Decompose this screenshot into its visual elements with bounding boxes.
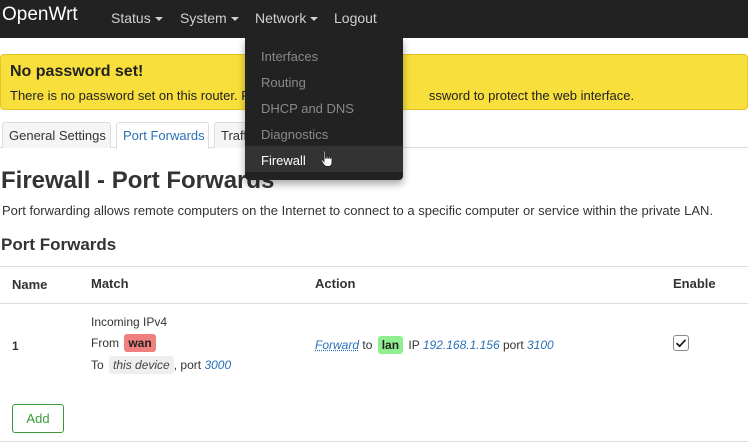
network-dropdown-menu: Interfaces Routing DHCP and DNS Diagnost… [245, 38, 403, 180]
nav-logout[interactable]: Logout [334, 10, 377, 26]
alert-title: No password set! [10, 63, 144, 80]
nav-network-label: Network [255, 10, 307, 26]
match-to-label: To [91, 358, 104, 372]
divider [0, 441, 748, 442]
tab-port-forwards[interactable]: Port Forwards [116, 122, 209, 149]
nav-status[interactable]: Status [111, 10, 163, 26]
tab-general-settings[interactable]: General Settings [2, 122, 111, 148]
menu-item-dhcp-dns[interactable]: DHCP and DNS [245, 94, 403, 120]
chevron-down-icon [230, 17, 239, 22]
zone-badge-wan: wan [124, 334, 156, 352]
nav-system-label: System [180, 10, 227, 26]
chevron-down-icon [154, 17, 163, 22]
action-forward-link[interactable]: Forward [315, 338, 359, 352]
table-header: Name Match Action Enable [0, 266, 748, 304]
chevron-down-icon [310, 17, 319, 22]
action-cell: Forward to lan IP 192.168.1.156 port 310… [315, 336, 554, 354]
nav-network[interactable]: Network [255, 10, 319, 26]
menu-item-firewall[interactable]: Firewall [245, 146, 403, 172]
menu-item-interfaces[interactable]: Interfaces [245, 42, 403, 68]
page-description: Port forwarding allows remote computers … [2, 203, 714, 218]
action-ip-label: IP [408, 338, 420, 352]
match-port-value: 3000 [204, 358, 232, 372]
match-from: From wan [91, 334, 156, 352]
action-port-value: 3100 [527, 338, 554, 352]
menu-item-firewall-label: Firewall [261, 153, 306, 168]
add-button[interactable]: Add [12, 404, 64, 433]
action-ip-value: 192.168.1.156 [422, 338, 500, 352]
menu-item-routing[interactable]: Routing [245, 68, 403, 94]
page-title: Firewall - Port Forwards [1, 167, 275, 194]
top-navbar: OpenWrt Status System Network Logout [0, 0, 748, 38]
section-title: Port Forwards [1, 235, 117, 254]
column-enable: Enable [673, 276, 716, 291]
zone-badge-lan: lan [377, 336, 404, 354]
match-from-label: From [91, 336, 119, 350]
nav-system[interactable]: System [180, 10, 239, 26]
alert-text-start: There is no password set on this router.… [10, 88, 250, 103]
action-port-label: port [502, 338, 524, 352]
checkmark-icon [675, 339, 687, 348]
hand-cursor-icon [320, 150, 333, 167]
nav-status-label: Status [111, 10, 151, 26]
match-protocol: Incoming IPv4 [91, 315, 168, 329]
alert-text-end: ssword to protect the web interface. [428, 88, 635, 103]
match-port-label: , port [173, 358, 202, 372]
column-action: Action [315, 276, 356, 291]
brand-logo[interactable]: OpenWrt [2, 4, 78, 26]
table-row: 1 Incoming IPv4 From wan To this device,… [0, 304, 748, 392]
rule-name: 1 [12, 339, 19, 353]
match-to: To this device, port 3000 [91, 356, 231, 374]
column-name: Name [12, 277, 48, 292]
enable-checkbox[interactable] [673, 335, 689, 351]
device-badge: this device [109, 356, 174, 374]
column-match: Match [91, 276, 129, 291]
action-to-label: to [362, 338, 373, 352]
menu-item-diagnostics[interactable]: Diagnostics [245, 120, 403, 146]
